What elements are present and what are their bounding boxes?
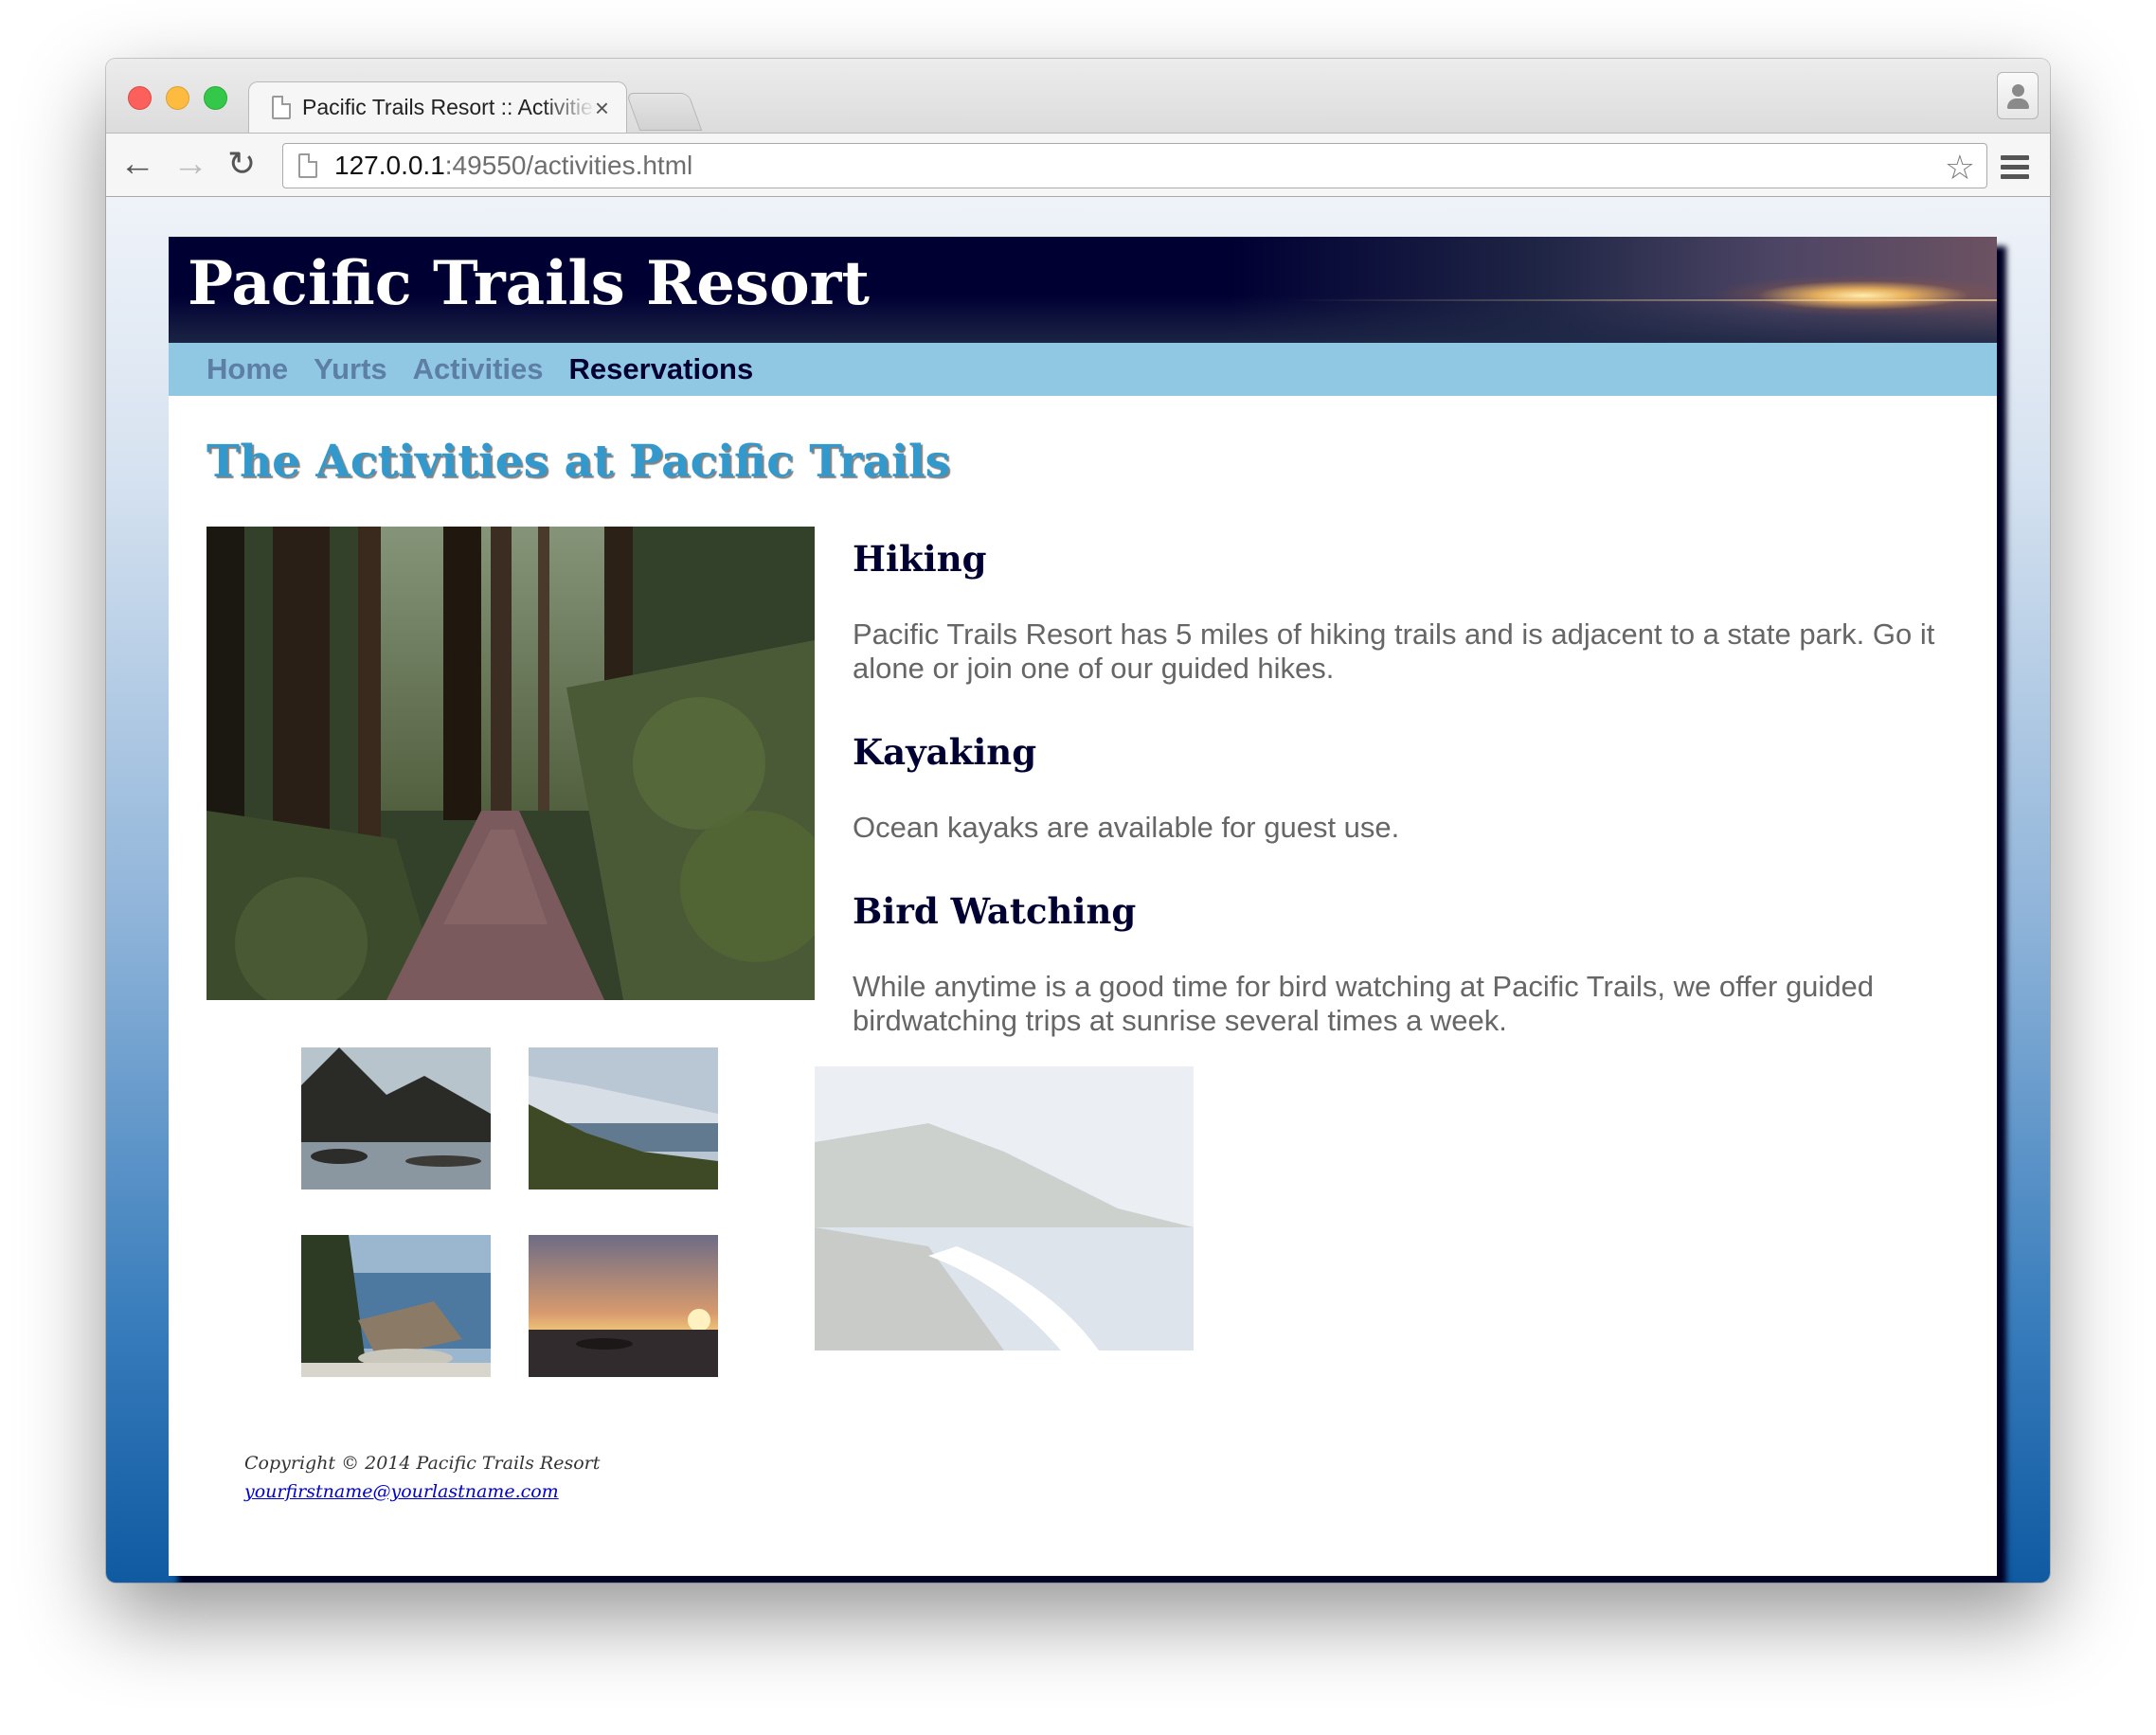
browser-window: Pacific Trails Resort :: Activities × ← … [106, 59, 2050, 1583]
page-icon [272, 96, 291, 119]
browser-tab-activities[interactable]: Pacific Trails Resort :: Activities × [248, 81, 627, 133]
site-nav: Home Yurts Activities Reservations [169, 343, 1997, 396]
email-link[interactable]: yourfirstname@yourlastname.com [244, 1481, 559, 1502]
section-heading-hiking: Hiking [853, 538, 987, 580]
nav-link-yurts[interactable]: Yurts [314, 352, 387, 386]
site-title: Pacific Trails Resort [188, 248, 870, 319]
site-header: Pacific Trails Resort [169, 237, 1997, 343]
page-icon [298, 153, 317, 178]
user-icon [2012, 84, 2024, 97]
site-footer: Copyright © 2014 Pacific Trails Resort y… [244, 1449, 600, 1506]
address-bar[interactable]: 127.0.0.1 :49550/activities.html ☆ [282, 143, 1987, 188]
close-window-button[interactable] [128, 86, 152, 110]
gallery-thumbnail-sunset[interactable] [529, 1235, 718, 1377]
section-text-kayaking: Ocean kayaks are available for guest use… [853, 811, 1400, 844]
new-tab-button[interactable] [625, 93, 703, 131]
section-heading-bird-watching: Bird Watching [853, 890, 1137, 932]
close-tab-icon[interactable]: × [595, 94, 609, 123]
back-arrow-icon[interactable]: ← [119, 145, 155, 183]
forward-arrow-icon[interactable]: → [172, 145, 208, 183]
bookmark-star-icon[interactable]: ☆ [1945, 148, 1975, 188]
activities-content: Hiking Pacific Trails Resort has 5 miles… [853, 527, 1951, 1072]
sunset-banner [1286, 299, 1997, 301]
reload-icon[interactable]: ↻ [227, 145, 256, 183]
url-path: :49550/activities.html [444, 151, 693, 180]
minimize-window-button[interactable] [166, 86, 189, 110]
profile-button[interactable] [1997, 72, 2039, 119]
nav-link-activities[interactable]: Activities [413, 352, 544, 386]
page-title: The Activities at Pacific Trails [207, 436, 951, 488]
section-text-hiking: Pacific Trails Resort has 5 miles of hik… [853, 617, 1935, 685]
forest-trail-photo [207, 527, 815, 1000]
browser-titlebar: Pacific Trails Resort :: Activities × [106, 59, 2050, 133]
page-container: Pacific Trails Resort Home Yurts Activit… [169, 237, 1997, 1576]
url-host: 127.0.0.1 [334, 151, 445, 180]
gallery-thumbnail-beach-rocks[interactable] [301, 1047, 491, 1189]
nav-link-reservations[interactable]: Reservations [569, 352, 754, 386]
hamburger-menu-icon[interactable] [2001, 155, 2029, 184]
gallery-thumbnail-coast-hills[interactable] [529, 1047, 718, 1189]
section-text-bird-watching: While anytime is a good time for bird wa… [853, 970, 1875, 1037]
browser-toolbar: ← → ↻ 127.0.0.1 :49550/activities.html ☆ [106, 133, 2050, 197]
page-viewport: Pacific Trails Resort Home Yurts Activit… [106, 197, 2050, 1583]
section-heading-kayaking: Kayaking [853, 731, 1037, 773]
gallery-thumbnail-cove[interactable] [301, 1235, 491, 1377]
tab-title: Pacific Trails Resort :: Activities [302, 95, 596, 119]
copyright-text: Copyright © 2014 Pacific Trails Resort [244, 1453, 601, 1474]
zoom-window-button[interactable] [204, 86, 227, 110]
nav-link-home[interactable]: Home [207, 352, 288, 386]
coastline-photo [815, 1066, 1194, 1350]
